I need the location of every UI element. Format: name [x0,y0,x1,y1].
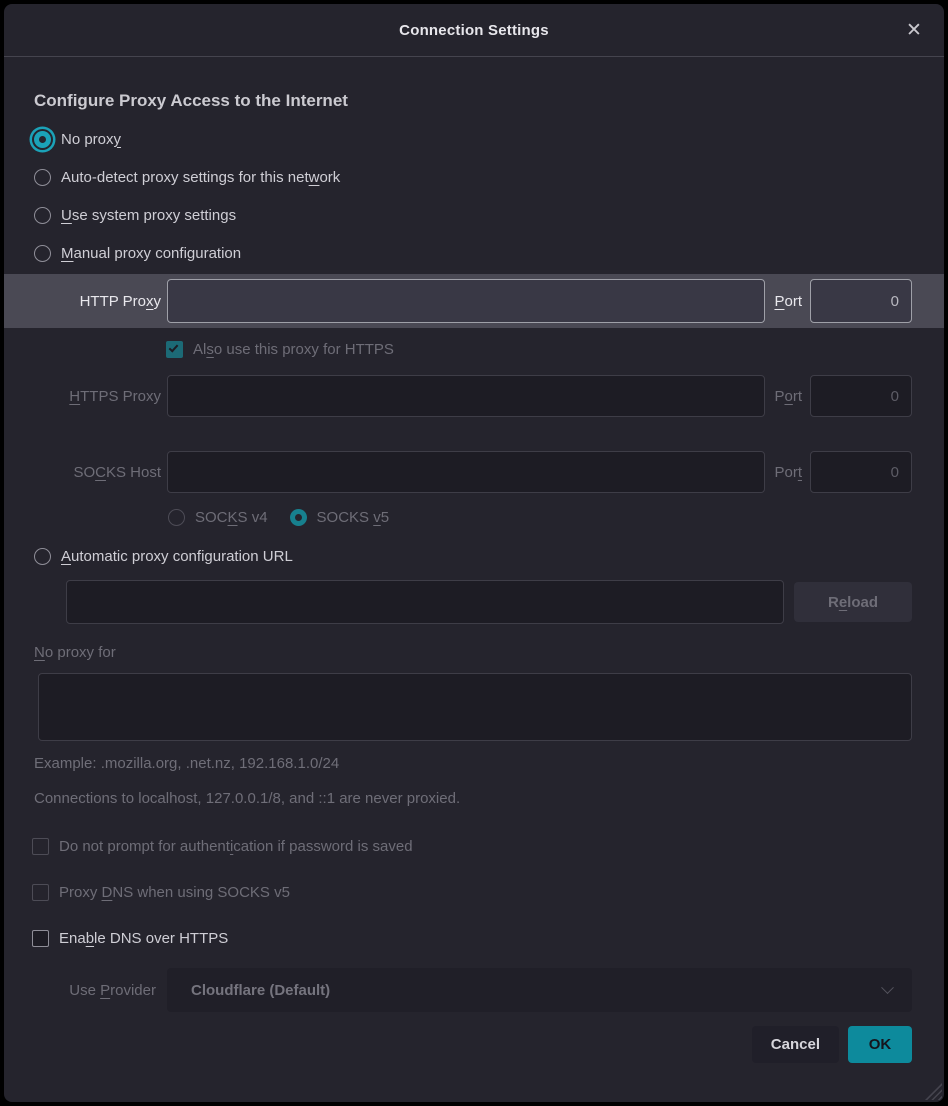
http-port-input[interactable] [810,279,912,323]
https-proxy-row: HTTPS Proxy Port [34,375,912,417]
connection-settings-dialog: Connection Settings ✕ Configure Proxy Ac… [4,4,944,1102]
radio-auto-detect[interactable] [34,169,51,186]
enable-doh-label: Enable DNS over HTTPS [59,930,228,947]
checkbox-no-prompt-auth[interactable] [32,838,49,855]
radio-label-socks-v5: SOCKS v5 [317,509,390,526]
ok-button[interactable]: OK [848,1026,912,1063]
proxy-dns-label: Proxy DNS when using SOCKS v5 [59,884,290,901]
auto-url-input[interactable] [66,580,784,624]
auto-url-row: Reload [66,580,912,624]
dialog-titlebar: Connection Settings ✕ [4,4,944,57]
socks-port-input[interactable] [810,451,912,493]
radio-socks-v4[interactable] [168,509,185,526]
http-proxy-label: HTTP Proxy [34,293,167,310]
no-proxy-for-textarea[interactable] [38,673,912,741]
radio-row-system-proxy[interactable]: Use system proxy settings [34,204,912,226]
radio-row-auto-url[interactable]: Automatic proxy configuration URL [34,545,912,567]
dialog-actions: Cancel OK [34,1026,912,1063]
radio-manual-proxy[interactable] [34,245,51,262]
dialog-content: Configure Proxy Access to the Internet N… [4,57,944,1102]
cancel-button[interactable]: Cancel [752,1026,839,1063]
https-port-label: Port [774,388,802,405]
no-proxy-for-label: No proxy for [34,644,912,666]
enable-doh-row[interactable]: Enable DNS over HTTPS [32,927,912,949]
proxy-dns-row[interactable]: Proxy DNS when using SOCKS v5 [32,881,912,903]
provider-label: Use Provider [34,982,167,999]
radio-socks-v5[interactable] [290,509,307,526]
dialog-title: Connection Settings [399,22,549,39]
radio-label-socks-v4: SOCKS v4 [195,509,268,526]
https-proxy-label: HTTPS Proxy [34,388,167,405]
https-port-input[interactable] [810,375,912,417]
http-proxy-input[interactable] [167,279,765,323]
also-https-row[interactable]: Also use this proxy for HTTPS [166,338,912,360]
checkbox-also-https[interactable] [166,341,183,358]
radio-auto-url[interactable] [34,548,51,565]
checkbox-enable-doh[interactable] [32,930,49,947]
also-https-label: Also use this proxy for HTTPS [193,341,394,358]
socks-host-row: SOCKS Host Port [34,451,912,493]
provider-row: Use Provider Cloudflare (Default) [34,968,912,1012]
no-proxy-example-text: Example: .mozilla.org, .net.nz, 192.168.… [34,752,912,774]
socks-version-row: SOCKS v4 SOCKS v5 [168,506,912,528]
page-title: Configure Proxy Access to the Internet [34,91,912,111]
reload-button[interactable]: Reload [794,582,912,622]
socks-host-input[interactable] [167,451,765,493]
http-port-label: Port [774,293,802,310]
radio-row-manual-proxy[interactable]: Manual proxy configuration [34,242,912,264]
provider-select[interactable]: Cloudflare (Default) [167,968,912,1012]
checkmark-icon [169,342,179,352]
no-prompt-auth-label: Do not prompt for authentication if pass… [59,838,413,855]
radio-label-auto-url: Automatic proxy configuration URL [61,548,293,565]
radio-label-auto-detect: Auto-detect proxy settings for this netw… [61,169,340,186]
radio-label-system-proxy: Use system proxy settings [61,207,236,224]
no-prompt-auth-row[interactable]: Do not prompt for authentication if pass… [32,835,912,857]
radio-label-manual-proxy: Manual proxy configuration [61,245,241,262]
radio-system-proxy[interactable] [34,207,51,224]
radio-row-no-proxy[interactable]: No proxy [34,128,912,150]
localhost-note-text: Connections to localhost, 127.0.0.1/8, a… [34,787,912,809]
provider-selected-value: Cloudflare (Default) [191,982,330,999]
checkbox-proxy-dns[interactable] [32,884,49,901]
https-proxy-input[interactable] [167,375,765,417]
socks-host-label: SOCKS Host [34,464,167,481]
socks-port-label: Port [774,464,802,481]
close-button[interactable]: ✕ [900,16,928,44]
close-icon: ✕ [906,19,922,42]
chevron-down-icon [881,981,894,994]
radio-no-proxy[interactable] [34,131,51,148]
http-proxy-row: HTTP Proxy Port [4,274,944,328]
radio-label-no-proxy: No proxy [61,131,121,148]
radio-row-auto-detect[interactable]: Auto-detect proxy settings for this netw… [34,166,912,188]
